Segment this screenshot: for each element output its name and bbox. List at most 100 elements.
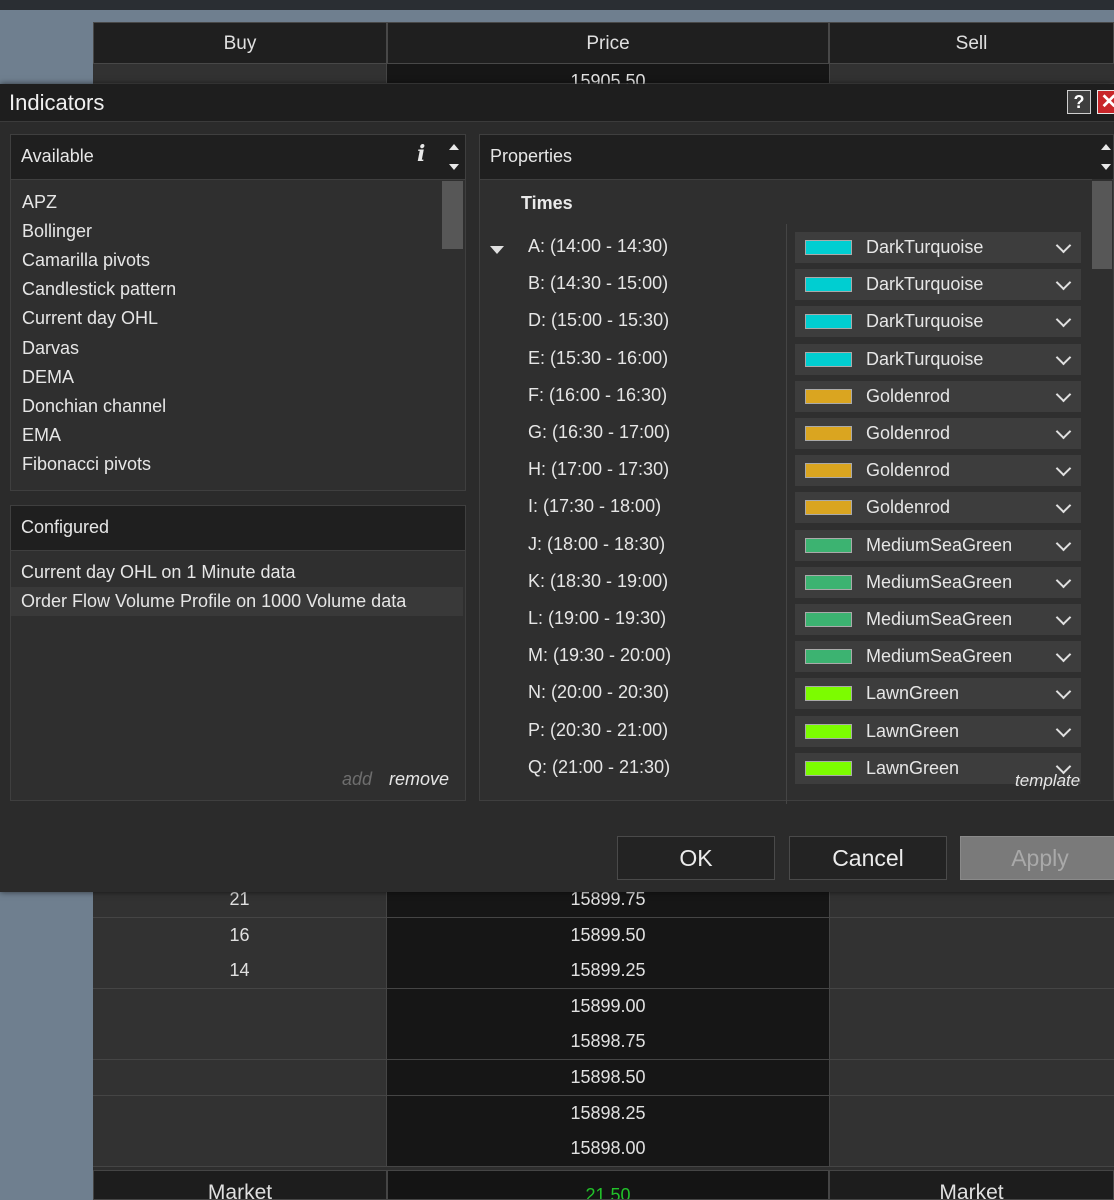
sell-cell[interactable] <box>829 953 1114 990</box>
properties-spin-arrows[interactable] <box>1098 137 1114 177</box>
time-range-label: B: (14:30 - 15:00) <box>528 273 669 294</box>
sell-cell[interactable] <box>829 988 1114 1025</box>
color-dropdown[interactable]: DarkTurquoise <box>795 343 1081 375</box>
chevron-down-icon[interactable] <box>1055 646 1072 663</box>
buy-cell[interactable]: 14 <box>93 953 387 990</box>
color-dropdown[interactable]: Goldenrod <box>795 492 1081 524</box>
sell-column-header[interactable]: Sell <box>829 22 1114 64</box>
time-range-label: E: (15:30 - 16:00) <box>528 347 669 368</box>
time-range-label: M: (19:30 - 20:00) <box>528 645 672 666</box>
sell-cell[interactable] <box>829 917 1114 954</box>
color-dropdown[interactable]: Goldenrod <box>795 455 1081 487</box>
collapse-triangle-icon[interactable] <box>490 246 504 254</box>
price-cell[interactable]: 15905.50 <box>387 64 829 84</box>
available-spin-arrows[interactable] <box>446 137 462 177</box>
color-dropdown[interactable]: MediumSeaGreen <box>795 604 1081 635</box>
price-cell[interactable]: 15898.75 <box>387 1024 829 1061</box>
available-item[interactable]: Camarilla pivots <box>22 250 150 271</box>
chevron-down-icon[interactable] <box>1055 312 1072 328</box>
sell-cell[interactable] <box>829 1131 1114 1168</box>
group-times[interactable]: Times <box>521 193 573 214</box>
properties-scrollbar[interactable] <box>1092 179 1112 759</box>
apply-button[interactable]: Apply <box>960 836 1114 880</box>
grid-divider[interactable] <box>786 224 787 804</box>
price-cell[interactable]: 15898.25 <box>387 1095 829 1132</box>
time-range-label: I: (17:30 - 18:00) <box>528 496 662 517</box>
chevron-down-icon[interactable] <box>1055 386 1072 403</box>
price-cell[interactable]: 15899.25 <box>387 953 829 990</box>
color-dropdown[interactable]: LawnGreen <box>795 678 1081 710</box>
price-cell[interactable]: 15898.00 <box>387 1131 829 1168</box>
arrow-up-icon[interactable] <box>1101 144 1111 150</box>
help-button[interactable]: ? <box>1067 90 1091 114</box>
chevron-down-icon[interactable] <box>1055 460 1072 477</box>
available-item[interactable]: DEMA <box>22 367 74 388</box>
buy-cell[interactable] <box>93 1095 387 1132</box>
chevron-down-icon[interactable] <box>1055 609 1072 626</box>
available-item[interactable]: Fibonacci pivots <box>22 454 151 475</box>
available-item[interactable]: Candlestick pattern <box>22 279 176 300</box>
buy-cell[interactable] <box>93 988 387 1025</box>
sell-cell[interactable] <box>829 64 1114 84</box>
sell-cell[interactable] <box>829 1024 1114 1061</box>
chevron-down-icon[interactable] <box>1055 535 1072 551</box>
chevron-down-icon[interactable] <box>1055 684 1072 700</box>
price-cell[interactable]: 15899.00 <box>387 988 829 1025</box>
buy-cell[interactable]: 16 <box>93 917 387 954</box>
chevron-down-icon[interactable] <box>1055 498 1072 514</box>
color-dropdown[interactable]: LawnGreen <box>795 715 1081 747</box>
available-item[interactable]: APZ <box>22 192 57 213</box>
color-dropdown[interactable]: Goldenrod <box>795 418 1081 449</box>
color-dropdown[interactable]: MediumSeaGreen <box>795 641 1081 673</box>
color-dropdown[interactable]: DarkTurquoise <box>795 306 1081 338</box>
remove-link[interactable]: remove <box>389 769 449 790</box>
close-icon[interactable]: ✕ <box>1097 90 1114 114</box>
configured-item[interactable]: Current day OHL on 1 Minute data <box>11 558 463 587</box>
cancel-button[interactable]: Cancel <box>789 836 947 880</box>
configured-item[interactable]: Order Flow Volume Profile on 1000 Volume… <box>11 587 463 616</box>
available-item[interactable]: Current day OHL <box>22 308 158 329</box>
available-scroll-thumb[interactable] <box>442 181 463 249</box>
price-cell[interactable]: 15899.50 <box>387 917 829 954</box>
buy-cell[interactable] <box>93 64 387 84</box>
available-item[interactable]: Donchian channel <box>22 396 166 417</box>
color-dropdown[interactable]: DarkTurquoise <box>795 269 1081 301</box>
available-item[interactable]: Darvas <box>22 338 79 359</box>
available-item[interactable]: Bollinger <box>22 221 92 242</box>
chevron-down-icon[interactable] <box>1055 274 1072 291</box>
color-dropdown[interactable]: MediumSeaGreen <box>795 566 1081 598</box>
sell-cell[interactable] <box>829 1060 1114 1096</box>
color-swatch <box>805 314 852 330</box>
ok-button[interactable]: OK <box>617 836 775 880</box>
chevron-down-icon[interactable] <box>1055 721 1072 737</box>
color-dropdown[interactable]: MediumSeaGreen <box>795 529 1081 561</box>
time-range-label: J: (18:00 - 18:30) <box>528 533 666 554</box>
price-cell[interactable]: 15898.50 <box>387 1060 829 1096</box>
chevron-down-icon[interactable] <box>1055 349 1072 365</box>
buy-cell[interactable] <box>93 1024 387 1061</box>
price-column-header[interactable]: Price <box>387 22 829 64</box>
color-dropdown[interactable]: DarkTurquoise <box>795 232 1081 263</box>
buy-cell[interactable] <box>93 1060 387 1096</box>
chevron-down-icon[interactable] <box>1055 237 1072 254</box>
chevron-down-icon[interactable] <box>1055 423 1072 440</box>
info-icon[interactable]: i <box>417 141 425 167</box>
add-link[interactable]: add <box>342 769 372 790</box>
available-scrollbar[interactable] <box>441 181 463 489</box>
arrow-up-icon[interactable] <box>449 144 459 150</box>
template-link[interactable]: template <box>1015 771 1080 791</box>
color-dropdown[interactable]: Goldenrod <box>795 380 1081 412</box>
ladder-row: 16 15899.50 <box>93 917 1114 954</box>
properties-scroll-thumb[interactable] <box>1092 181 1112 269</box>
arrow-down-icon[interactable] <box>449 164 459 170</box>
chevron-down-icon[interactable] <box>1055 572 1072 589</box>
sell-market-button[interactable]: Market <box>829 1170 1114 1200</box>
buy-column-header[interactable]: Buy <box>93 22 387 64</box>
available-item[interactable]: EMA <box>22 425 61 446</box>
configured-header: Configured <box>11 506 465 551</box>
buy-cell[interactable] <box>93 1131 387 1168</box>
arrow-down-icon[interactable] <box>1101 164 1111 170</box>
dialog-titlebar[interactable]: Indicators ? ✕ <box>0 84 1114 122</box>
buy-market-button[interactable]: Market <box>93 1170 387 1200</box>
sell-cell[interactable] <box>829 1095 1114 1132</box>
